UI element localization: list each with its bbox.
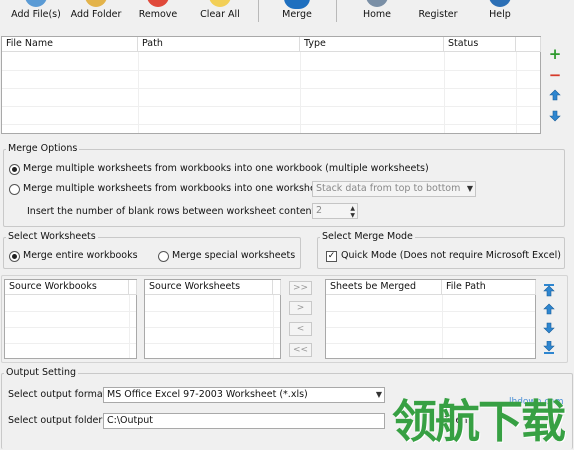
row-line: [2, 70, 540, 71]
move-up-icon[interactable]: [542, 303, 556, 317]
column-header-empty: [129, 280, 137, 295]
output-format-select[interactable]: MS Office Excel 97-2003 Worksheet (*.xls…: [103, 387, 385, 403]
remove-button[interactable]: Remove: [132, 0, 184, 26]
move-down-icon[interactable]: [548, 110, 562, 124]
output-folder-input[interactable]: C:\Output: [103, 413, 385, 429]
row-line: [326, 343, 535, 344]
row-line: [145, 343, 280, 344]
stack-direction-value: Stack data from top to bottom: [316, 183, 461, 194]
register-button[interactable]: Register: [412, 0, 464, 26]
merge-into-workbook-radio[interactable]: [9, 164, 20, 175]
remove-icon: [147, 0, 169, 7]
move-down-icon[interactable]: [542, 322, 556, 336]
move-bottom-icon[interactable]: [542, 340, 556, 355]
toolbar: Add File(s) Add Folder Remove Clear All …: [0, 0, 574, 26]
move-up-icon[interactable]: [548, 89, 562, 103]
spinner-arrows-icon[interactable]: ▲ ▼: [350, 205, 355, 218]
add-button[interactable]: >: [289, 301, 312, 315]
column-divider: [138, 52, 139, 133]
column-divider: [300, 52, 301, 133]
blank-rows-spinner[interactable]: 2 ▲ ▼: [312, 203, 358, 219]
column-header-path[interactable]: Path: [138, 37, 300, 52]
output-format-label: Select output format:: [8, 389, 110, 400]
merge-options-title: Merge Options: [6, 143, 80, 155]
home-icon: [366, 0, 388, 7]
toolbar-separator: [336, 0, 337, 22]
merge-special-worksheets-label[interactable]: Merge special worksheets: [172, 250, 295, 262]
row-line: [2, 88, 540, 89]
sheets-be-merged-table[interactable]: Sheets be Merged File Path: [325, 279, 536, 359]
remove-all-button[interactable]: <<: [289, 343, 312, 357]
column-divider: [516, 52, 517, 133]
home-button[interactable]: Home: [354, 0, 400, 26]
column-header-empty: [273, 280, 281, 295]
row-line: [326, 311, 535, 312]
source-workbooks-table[interactable]: Source Workbooks: [4, 279, 137, 359]
quick-mode-checkbox[interactable]: ✓: [326, 251, 337, 262]
add-all-button[interactable]: >>: [289, 281, 312, 295]
source-workbooks-header[interactable]: Source Workbooks: [5, 280, 129, 295]
clear-all-icon: [209, 0, 231, 7]
row-line: [5, 327, 136, 328]
clear-all-button[interactable]: Clear All: [194, 0, 246, 26]
blank-rows-label: Insert the number of blank rows between …: [27, 206, 321, 217]
remove-row-icon[interactable]: −: [548, 68, 562, 83]
row-line: [326, 327, 535, 328]
row-line: [5, 311, 136, 312]
sheets-be-merged-header[interactable]: Sheets be Merged: [326, 280, 442, 295]
watermark-logo: 领航下载: [392, 395, 566, 448]
chevron-down-icon: ▼: [375, 390, 382, 399]
merge-into-workbook-label[interactable]: Merge multiple worksheets from workbooks…: [23, 163, 429, 175]
add-files-button[interactable]: Add File(s): [8, 0, 64, 26]
output-setting-title: Output Setting: [4, 367, 79, 379]
file-list-table[interactable]: File Name Path Type Status: [1, 36, 541, 134]
quick-mode-label[interactable]: Quick Mode (Does not require Microsoft E…: [341, 250, 561, 262]
help-icon: [489, 0, 511, 7]
column-header-status[interactable]: Status: [444, 37, 516, 52]
output-folder-label: Select output folder:: [8, 415, 106, 426]
column-header-type[interactable]: Type: [300, 37, 444, 52]
source-worksheets-header[interactable]: Source Worksheets: [145, 280, 273, 295]
select-merge-mode-title: Select Merge Mode: [320, 231, 415, 243]
column-header-empty: [516, 37, 541, 52]
file-path-header[interactable]: File Path: [442, 280, 536, 295]
merge-button[interactable]: Merge: [272, 0, 322, 26]
add-row-icon[interactable]: +: [548, 47, 562, 62]
blank-rows-value: 2: [316, 205, 323, 216]
move-top-icon[interactable]: [542, 284, 556, 298]
add-folder-button[interactable]: Add Folder: [68, 0, 124, 26]
source-worksheets-table[interactable]: Source Worksheets: [144, 279, 281, 359]
merge-into-worksheet-label[interactable]: Merge multiple worksheets from workbooks…: [23, 183, 325, 195]
output-format-value: MS Office Excel 97-2003 Worksheet (*.xls…: [107, 389, 308, 400]
help-button[interactable]: Help: [478, 0, 522, 26]
chevron-down-icon: ▼: [466, 184, 473, 193]
column-header-file-name[interactable]: File Name: [2, 37, 138, 52]
merge-entire-workbooks-label[interactable]: Merge entire workbooks: [23, 250, 138, 262]
row-line: [145, 327, 280, 328]
row-line: [2, 124, 540, 125]
row-line: [145, 311, 280, 312]
column-divider: [444, 52, 445, 133]
row-line: [5, 343, 136, 344]
merge-special-worksheets-radio[interactable]: [158, 251, 169, 262]
select-worksheets-title: Select Worksheets: [6, 231, 98, 243]
toolbar-separator: [258, 0, 259, 22]
merge-entire-workbooks-radio[interactable]: [9, 251, 20, 262]
merge-icon: [284, 0, 310, 9]
remove-button-small[interactable]: <: [289, 322, 312, 336]
add-files-icon: [25, 0, 47, 7]
stack-direction-select[interactable]: Stack data from top to bottom ▼: [312, 181, 476, 197]
add-folder-icon: [85, 0, 107, 7]
merge-into-worksheet-radio[interactable]: [9, 184, 20, 195]
row-line: [2, 106, 540, 107]
register-icon: [427, 0, 449, 7]
